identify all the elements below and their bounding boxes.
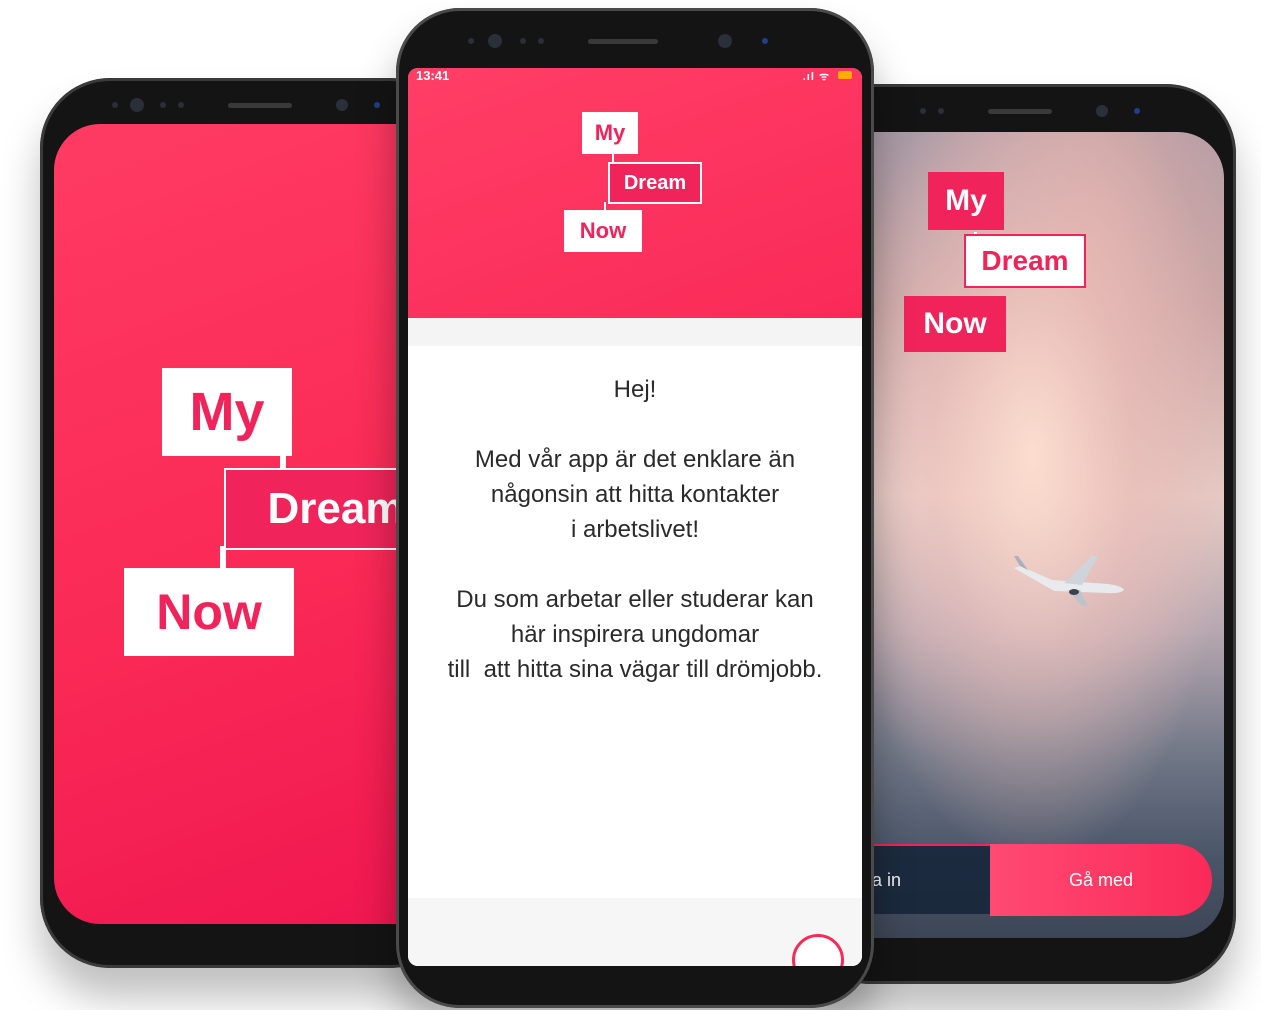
sensor-icon (468, 38, 474, 44)
logo-word-my: My (582, 112, 638, 154)
phone-center-bezel (396, 8, 874, 68)
sensor-icon (160, 102, 166, 108)
battery-icon (838, 71, 852, 79)
intro-line: någonsin att hitta kontakter (490, 481, 780, 508)
logo-word-my: My (162, 368, 292, 456)
next-button[interactable] (792, 934, 844, 966)
app-logo: My Dream Now (904, 172, 1086, 352)
app-logo: My Dream Now (564, 112, 704, 252)
logo-word-dream: Dream (964, 234, 1086, 288)
intro-line: här inspirera ungdomar (510, 621, 760, 648)
divider (408, 318, 862, 346)
status-bar: 13:41 .ıl ᯤ (408, 68, 862, 86)
speaker-grille (588, 39, 658, 44)
intro-text: Hej! Med vår app är det enklare än någon… (408, 346, 862, 898)
status-time: 13:41 (416, 68, 450, 83)
sensor-icon (938, 108, 944, 114)
signal-icon: .ıl ᯤ (802, 71, 830, 83)
front-camera-icon (374, 102, 380, 108)
intro-screen: 13:41 .ıl ᯤ My Dream Now Hej! Med vår ap… (408, 68, 862, 966)
intro-line: Du som arbetar eller studerar kan (456, 586, 814, 613)
camera-icon (130, 98, 144, 112)
join-button[interactable]: Gå med (990, 844, 1212, 916)
intro-line: Med vår app är det enklare än (474, 446, 796, 473)
phone-center: 13:41 .ıl ᯤ My Dream Now Hej! Med vår ap… (396, 8, 874, 1008)
front-camera-icon (762, 38, 768, 44)
iris-scanner-icon (336, 99, 348, 111)
sensor-icon (538, 38, 544, 44)
greeting: Hej! (613, 376, 657, 403)
speaker-grille (228, 103, 292, 108)
iris-scanner-icon (1096, 105, 1108, 117)
camera-icon (488, 34, 502, 48)
intro-header: 13:41 .ıl ᯤ My Dream Now (408, 68, 862, 318)
logo-word-now: Now (124, 568, 294, 656)
intro-footer (408, 898, 862, 966)
sensor-icon (920, 108, 926, 114)
front-camera-icon (1134, 108, 1140, 114)
logo-word-dream: Dream (608, 162, 702, 204)
logo-word-my: My (928, 172, 1004, 230)
logo-word-now: Now (904, 296, 1006, 352)
sensor-icon (112, 102, 118, 108)
airplane-icon (1014, 556, 1124, 606)
logo-word-now: Now (564, 210, 642, 252)
app-logo: My Dream Now (124, 368, 448, 668)
sensor-icon (178, 102, 184, 108)
intro-line: till att hitta sina vägar till drömjobb. (447, 656, 823, 683)
sensor-icon (520, 38, 526, 44)
iris-scanner-icon (718, 34, 732, 48)
speaker-grille (988, 109, 1052, 114)
intro-line: i arbetslivet! (570, 516, 700, 543)
